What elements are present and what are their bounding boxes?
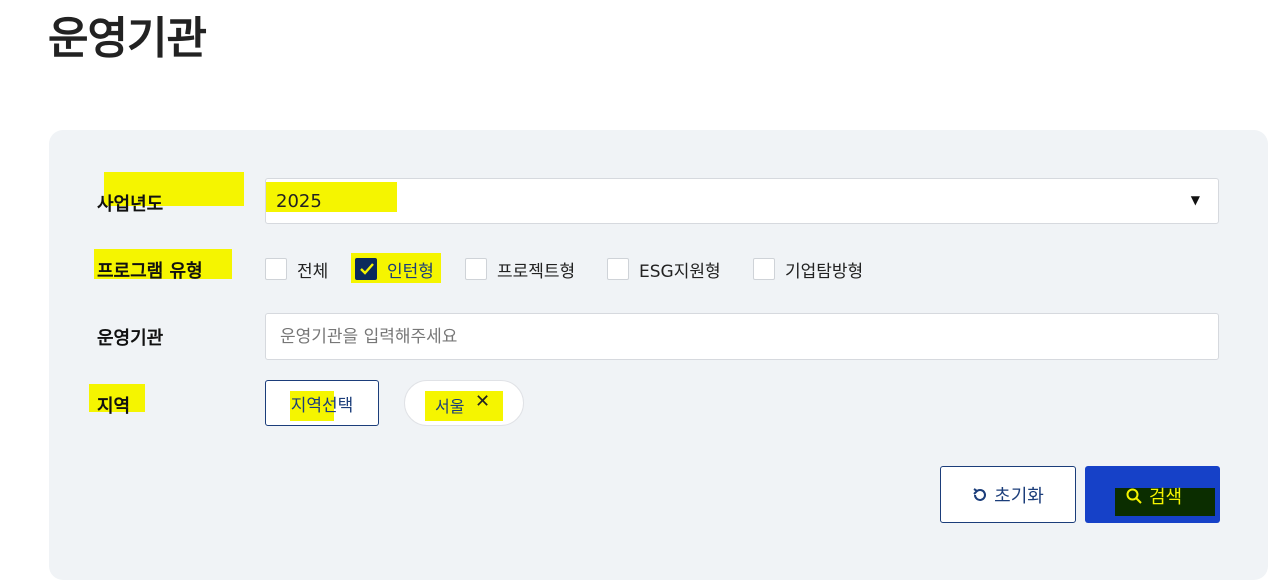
region-chip: 서울 ✕ (404, 380, 524, 426)
search-button[interactable]: 검색 (1085, 466, 1220, 523)
region-label: 지역 (97, 396, 131, 417)
page-title: 운영기관 (48, 13, 207, 64)
year-select-value: 2025 (276, 191, 322, 212)
region-select-button[interactable]: 지역선택 (265, 380, 379, 426)
search-filter-panel: 사업년도 2025 ▼ 프로그램 유형 전체 인턴형 프로젝트형 ESG지원형 … (49, 130, 1268, 580)
program-option-all[interactable]: 전체 (265, 257, 329, 282)
program-option-project[interactable]: 프로젝트형 (465, 257, 576, 282)
caret-down-icon: ▼ (1190, 193, 1200, 207)
checkbox[interactable] (753, 258, 775, 280)
check-icon (360, 263, 374, 275)
program-type-label: 프로그램 유형 (97, 261, 203, 282)
search-icon (1126, 488, 1142, 504)
close-icon[interactable]: ✕ (475, 391, 490, 412)
program-option-visit[interactable]: 기업탐방형 (753, 257, 864, 282)
checkbox-label: 기업탐방형 (785, 261, 864, 282)
checkbox[interactable] (265, 258, 287, 280)
checkbox[interactable] (607, 258, 629, 280)
program-option-esg[interactable]: ESG지원형 (607, 257, 721, 282)
reset-label: 초기화 (994, 485, 1044, 507)
checkbox-label: 프로젝트형 (497, 261, 576, 282)
checkbox-label: 인턴형 (387, 261, 434, 282)
region-chip-label: 서울 (435, 397, 465, 416)
checkbox[interactable] (465, 258, 487, 280)
search-label: 검색 (1149, 487, 1183, 508)
checkbox-checked[interactable] (355, 258, 377, 280)
org-label: 운영기관 (97, 328, 164, 349)
year-select[interactable]: 2025 ▼ (265, 178, 1219, 224)
checkbox-label: 전체 (297, 261, 329, 282)
program-option-intern[interactable]: 인턴형 (351, 253, 441, 283)
year-label: 사업년도 (97, 194, 164, 215)
region-select-label: 지역선택 (290, 395, 354, 416)
org-input[interactable] (265, 313, 1219, 360)
checkbox-label: ESG지원형 (639, 261, 721, 282)
reset-button[interactable]: 초기화 (940, 466, 1076, 523)
refresh-icon (973, 487, 987, 501)
